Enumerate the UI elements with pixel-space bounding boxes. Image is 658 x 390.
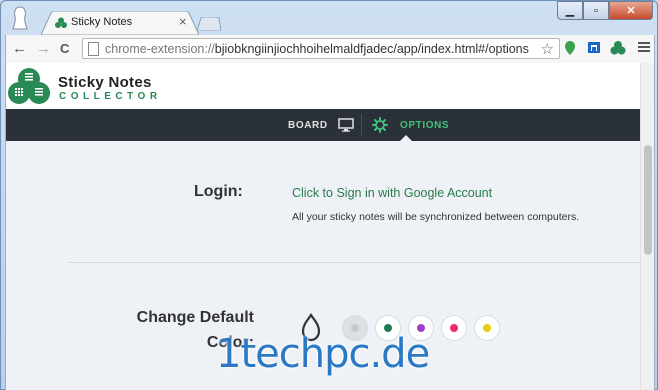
reload-button[interactable]: C [60,41,69,56]
color-dot-pink [450,324,458,332]
monitor-icon [337,118,354,132]
forward-button[interactable]: → [36,40,51,57]
brand-subtitle: COLLECTOR [59,91,162,102]
tab-title: Sticky Notes [71,16,133,28]
vertical-scrollbar[interactable] [640,63,654,390]
close-window-button[interactable]: ✕ [609,1,653,20]
title-bar: Sticky Notes × ▁ ▫ ✕ [1,1,657,35]
minimize-button[interactable]: ▁ [557,1,583,20]
color-swatch-yellow[interactable] [474,315,500,341]
menu-icon[interactable] [638,42,650,54]
address-bar[interactable]: chrome-extension://bjiobkngiinjiochhoihe… [82,38,560,59]
nav-board-label: BOARD [288,119,328,131]
google-signin-link[interactable]: Click to Sign in with Google Account [292,186,492,200]
sync-note: All your sticky notes will be synchroniz… [292,211,580,223]
browser-window: Sticky Notes × ▁ ▫ ✕ ← → C chrome-extens… [0,0,658,390]
sticky-notes-extension-icon[interactable] [610,40,626,56]
map-pin-extension-icon[interactable] [562,40,578,56]
bookmark-star-icon[interactable]: ☆ [541,40,554,58]
browser-toolbar: ← → C chrome-extension://bjiobkngiinjioc… [5,35,655,63]
nav-board[interactable]: BOARD [288,109,354,141]
login-label: Login: [194,183,243,200]
maximize-button[interactable]: ▫ [583,1,609,20]
profile-icon[interactable] [11,5,29,31]
nav-divider [361,114,362,136]
nav-options-label: OPTIONS [400,119,450,131]
app-header: Sticky Notes COLLECTOR [6,63,642,109]
sticky-notes-logo-icon [8,68,50,104]
window-controls: ▁ ▫ ✕ [557,1,653,20]
section-divider [68,262,644,263]
scrollbar-thumb[interactable] [644,145,652,255]
back-button[interactable]: ← [12,40,27,57]
url-text[interactable]: chrome-extension://bjiobkngiinjiochhoihe… [105,42,529,56]
page-icon [88,42,99,56]
gear-icon [372,117,388,133]
sticky-notes-favicon-icon [55,17,67,28]
tab-close-icon[interactable]: × [179,14,187,29]
color-dot-yellow [483,324,491,332]
brand-title: Sticky Notes [58,74,152,91]
cast-extension-icon[interactable] [586,40,602,56]
new-tab-button[interactable] [197,17,221,31]
active-nav-pointer [400,135,412,141]
watermark: 1techpc.de [216,331,430,377]
app-navbar: BOARD OPTIONS [6,109,642,141]
color-swatch-pink[interactable] [441,315,467,341]
